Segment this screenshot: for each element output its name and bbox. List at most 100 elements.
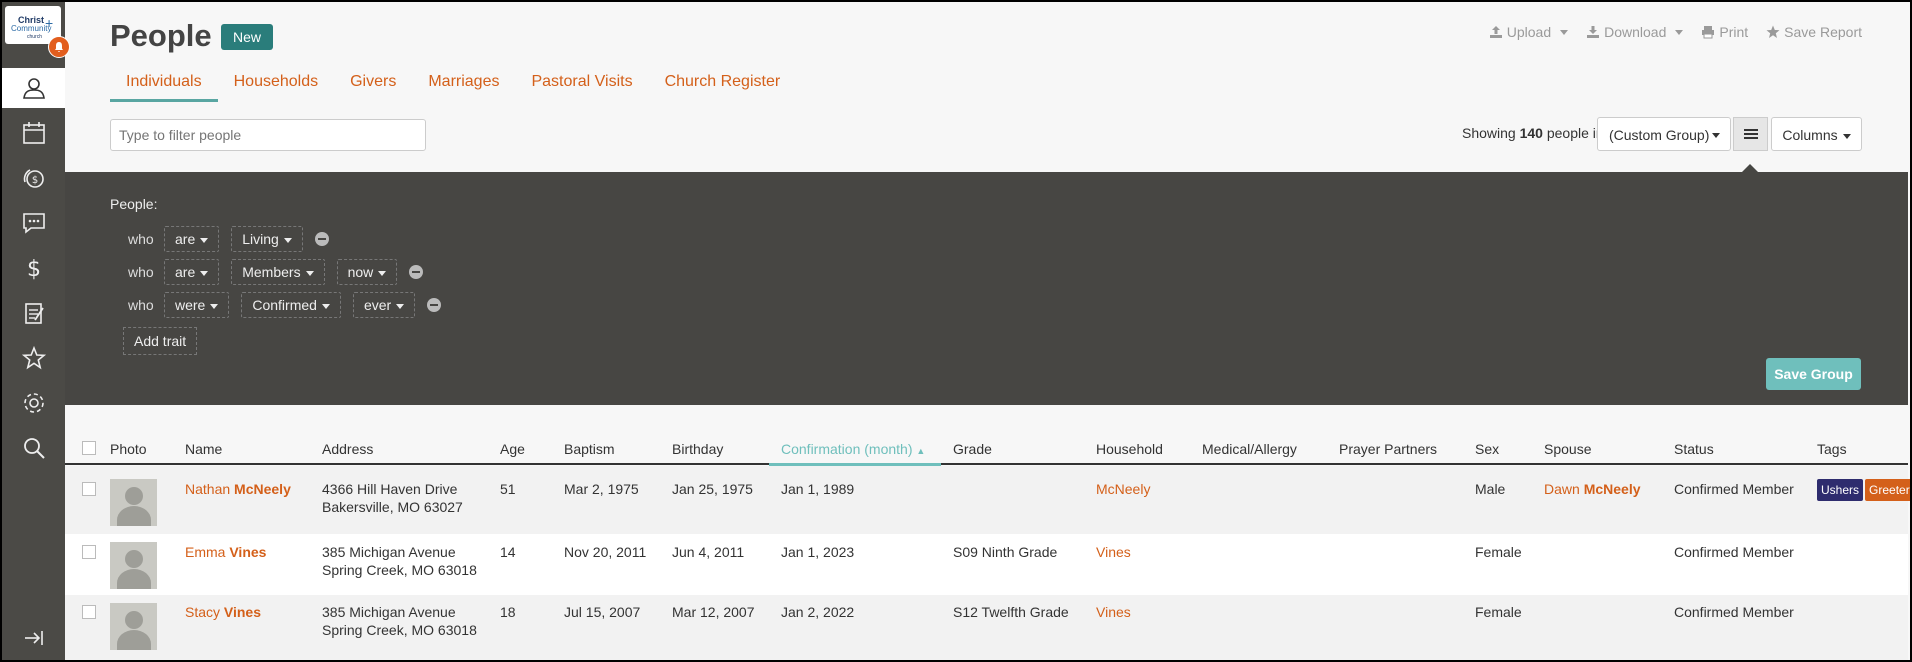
trait-verb-select[interactable]: are [164, 226, 220, 252]
tab-marriages[interactable]: Marriages [412, 70, 515, 102]
logo-line2: Community [11, 24, 52, 33]
new-person-button[interactable]: New [221, 24, 274, 50]
upload-button[interactable]: Upload [1489, 24, 1569, 40]
calendar-icon[interactable] [2, 113, 65, 153]
chat-icon[interactable] [2, 203, 65, 243]
download-icon [1587, 26, 1600, 38]
column-age[interactable]: Age [500, 441, 525, 457]
showing-count: Showing 140 people in [1462, 125, 1604, 141]
page-title: People [110, 18, 212, 53]
table-row[interactable]: Emma Vines 385 Michigan Avenue Spring Cr… [65, 534, 1908, 595]
birthday: Jun 4, 2011 [672, 544, 745, 560]
list-view-button[interactable] [1733, 117, 1768, 151]
expand-sidebar-icon[interactable] [2, 618, 65, 658]
status: Confirmed Member [1674, 544, 1794, 560]
column-address[interactable]: Address [322, 441, 373, 457]
tab-givers[interactable]: Givers [334, 70, 412, 102]
select-all-checkbox[interactable] [82, 441, 96, 455]
gear-icon[interactable] [2, 383, 65, 423]
tab-church-register[interactable]: Church Register [649, 70, 797, 102]
column-baptism[interactable]: Baptism [564, 441, 615, 457]
showing-suffix: people in [1546, 125, 1604, 141]
household-link[interactable]: Vines [1096, 543, 1131, 561]
person-name-link[interactable]: Nathan McNeely [185, 480, 291, 498]
trait-verb-select[interactable]: are [164, 259, 220, 285]
columns-button[interactable]: Columns [1771, 117, 1862, 151]
print-button[interactable]: Print [1701, 24, 1748, 40]
column-confirmation[interactable]: Confirmation (month) ▲ [768, 441, 942, 466]
column-status[interactable]: Status [1674, 441, 1714, 457]
filter-people-input[interactable] [110, 119, 426, 151]
star-icon [1766, 25, 1780, 38]
tag-greeter[interactable]: Greeter [1865, 479, 1912, 501]
tags: Ushers Greeter [1817, 479, 1912, 501]
giving-circle-icon[interactable]: $ [2, 158, 65, 198]
row-checkbox[interactable] [82, 605, 96, 619]
chevron-down-icon [1712, 133, 1720, 138]
remove-trait-icon[interactable] [427, 298, 442, 312]
column-medical-allergy[interactable]: Medical/Allergy [1202, 441, 1297, 457]
report-actions: Upload Download Print Save Report [1489, 24, 1862, 40]
avatar[interactable] [110, 603, 157, 650]
age: 51 [500, 481, 516, 497]
trait-time-select[interactable]: ever [352, 292, 416, 318]
trait-value-select[interactable]: Members [231, 259, 325, 285]
save-group-button[interactable]: Save Group [1766, 358, 1861, 390]
group-select[interactable]: (Custom Group) [1597, 117, 1731, 151]
trait-verb-select[interactable]: were [164, 292, 230, 318]
tag-ushers[interactable]: Ushers [1817, 479, 1864, 501]
column-household[interactable]: Household [1096, 441, 1163, 457]
star-icon[interactable] [2, 338, 65, 378]
tab-pastoral-visits[interactable]: Pastoral Visits [515, 70, 648, 102]
logo-line3: church [27, 34, 43, 40]
column-spouse[interactable]: Spouse [1544, 441, 1591, 457]
tab-individuals[interactable]: Individuals [110, 70, 218, 102]
trait-row: who are Living [128, 226, 329, 252]
column-grade[interactable]: Grade [953, 441, 992, 457]
add-trait-button[interactable]: Add trait [123, 327, 198, 355]
table-row[interactable]: Stacy Vines 385 Michigan Avenue Spring C… [65, 595, 1908, 660]
bell-icon[interactable] [48, 36, 70, 58]
column-name[interactable]: Name [185, 441, 222, 457]
row-checkbox[interactable] [82, 545, 96, 559]
age: 14 [500, 544, 516, 560]
people-icon[interactable] [2, 68, 65, 108]
column-sex[interactable]: Sex [1475, 441, 1499, 457]
remove-trait-icon[interactable] [314, 232, 329, 246]
spouse-link[interactable]: Dawn McNeely [1544, 480, 1641, 498]
sort-asc-icon: ▲ [916, 446, 926, 456]
download-button[interactable]: Download [1586, 24, 1684, 40]
person-name-link[interactable]: Stacy Vines [185, 603, 261, 621]
person-name-link[interactable]: Emma Vines [185, 543, 266, 561]
trait-who: who [128, 264, 154, 280]
clipboard-icon[interactable] [2, 293, 65, 333]
household-link[interactable]: Vines [1096, 603, 1131, 621]
column-tags[interactable]: Tags [1817, 441, 1847, 457]
avatar[interactable] [110, 542, 157, 589]
people-count: 140 [1519, 125, 1543, 141]
column-prayer-partners[interactable]: Prayer Partners [1339, 441, 1437, 457]
avatar[interactable] [110, 479, 157, 526]
address-line2: Spring Creek, MO 63018 [322, 622, 477, 638]
save-report-button[interactable]: Save Report [1766, 24, 1862, 40]
row-checkbox[interactable] [82, 482, 96, 496]
list-icon [1743, 129, 1758, 139]
search-icon[interactable] [2, 428, 65, 468]
remove-trait-icon[interactable] [409, 265, 424, 279]
baptism: Nov 20, 2011 [564, 544, 647, 560]
svg-text:$: $ [27, 257, 41, 281]
column-birthday[interactable]: Birthday [672, 441, 723, 457]
trait-value-select[interactable]: Confirmed [241, 292, 341, 318]
trait-time-select[interactable]: now [336, 259, 398, 285]
household-link[interactable]: McNeely [1096, 480, 1150, 498]
upload-label: Upload [1506, 24, 1552, 40]
dollar-icon[interactable]: $ [2, 248, 65, 288]
status: Confirmed Member [1674, 604, 1794, 620]
address-line2: Bakersville, MO 63027 [322, 499, 463, 515]
trait-value-select[interactable]: Living [231, 226, 303, 252]
age: 18 [500, 604, 516, 620]
confirmation: Jan 1, 1989 [781, 481, 855, 497]
tab-households[interactable]: Households [218, 70, 335, 102]
table-row[interactable]: Nathan McNeely 4366 Hill Haven Drive Bak… [65, 466, 1912, 534]
table-header: Photo Name Address Age Baptism Birthday … [65, 434, 1908, 466]
